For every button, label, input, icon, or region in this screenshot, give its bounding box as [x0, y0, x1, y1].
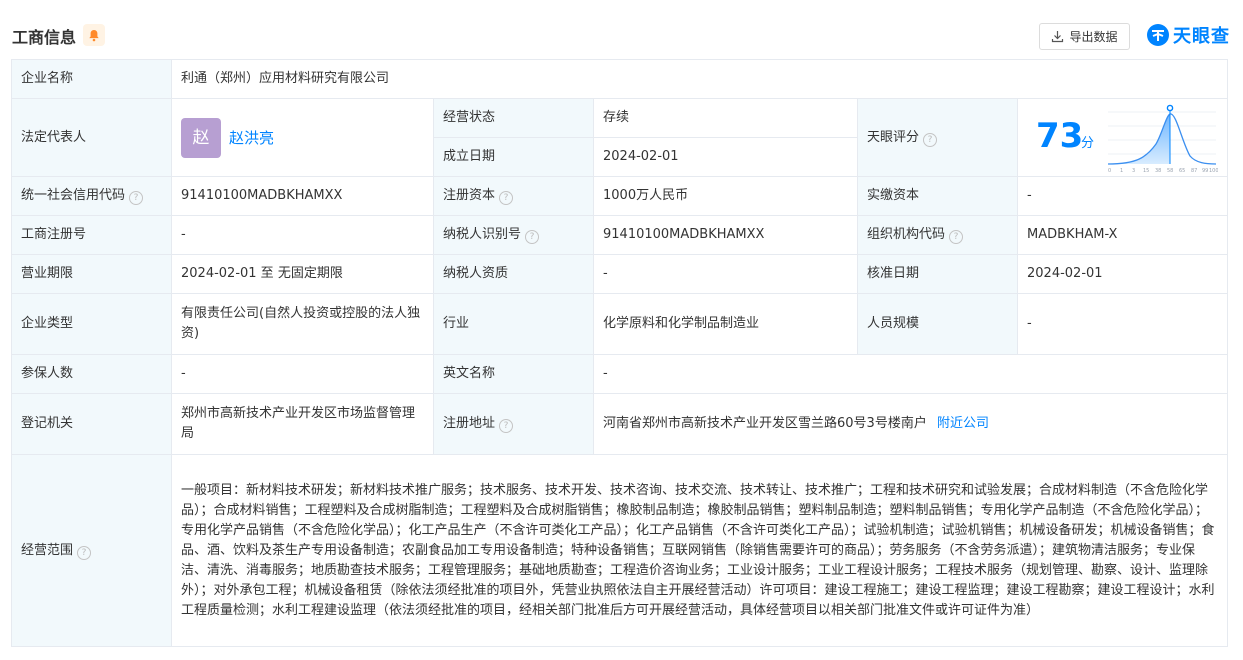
taxpayer-qual-label: 纳税人资质	[433, 254, 594, 294]
address-cell: 河南省郑州市高新技术产业开发区雪兰路60号3号楼南户 附近公司	[592, 393, 1229, 455]
row-legal-rep-status: 法定代表人 赵 赵洪亮 经营状态 存续 天眼评分? 73 分 0 1 3 15 …	[11, 98, 1229, 177]
type-value: 有限责任公司(自然人投资或控股的法人独资)	[171, 293, 434, 355]
row-reg-authority: 登记机关 郑州市高新技术产业开发区市场监督管理局 注册地址? 河南省郑州市高新技…	[11, 393, 1229, 455]
help-icon[interactable]: ?	[525, 230, 540, 244]
taxpayer-id-label-cell: 纳税人识别号?	[433, 215, 594, 255]
help-icon[interactable]: ?	[129, 191, 144, 205]
help-icon[interactable]: ?	[499, 191, 514, 205]
address-value: 河南省郑州市高新技术产业开发区雪兰路60号3号楼南户	[603, 416, 927, 431]
reg-capital-label-cell: 注册资本?	[433, 176, 594, 216]
download-icon	[1052, 31, 1064, 43]
address-label: 注册地址	[443, 416, 496, 431]
company-name-value: 利通（郑州）应用材料研究有限公司	[170, 59, 1229, 99]
help-icon[interactable]: ?	[499, 419, 514, 433]
status-value: 存续	[593, 98, 858, 138]
score-widget[interactable]: 73 分 0 1 3 15 38 58 65 87 99 100	[1018, 100, 1227, 176]
scope-value: 一般项目：新材料技术研发；新材料技术推广服务；技术服务、技术开发、技术咨询、技术…	[170, 454, 1229, 647]
reg-capital-value: 1000万人民币	[593, 176, 858, 216]
term-label: 营业期限	[11, 254, 172, 294]
address-label-cell: 注册地址?	[433, 393, 594, 455]
founded-value: 2024-02-01	[593, 137, 858, 177]
org-code-label-cell: 组织机构代码?	[857, 215, 1018, 255]
row-insured: 参保人数 - 英文名称 -	[11, 354, 1229, 394]
reg-no-value: -	[171, 215, 434, 255]
score-tick-label: 38	[1155, 168, 1161, 174]
score-tick-label: 1	[1120, 168, 1123, 174]
score-tick-label: 65	[1179, 168, 1185, 174]
help-icon[interactable]: ?	[77, 545, 92, 560]
score-tick-label: 99	[1202, 168, 1208, 174]
taxpayer-id-label: 纳税人识别号	[443, 227, 522, 242]
score-label-cell: 天眼评分?	[857, 98, 1018, 177]
logo-text: 天眼查	[1173, 26, 1230, 47]
paid-capital-label: 实缴资本	[857, 176, 1018, 216]
credit-code-label: 统一社会信用代码	[21, 188, 126, 203]
score-tick-label: 58	[1167, 168, 1173, 174]
reg-authority-value: 郑州市高新技术产业开发区市场监督管理局	[171, 393, 434, 455]
score-cell: 73 分 0 1 3 15 38 58 65 87 99 100	[1016, 98, 1229, 177]
row-company-name: 企业名称 利通（郑州）应用材料研究有限公司	[11, 59, 1229, 99]
org-code-value: MADBKHAM-X	[1016, 215, 1229, 255]
taxpayer-id-value: 91410100MADBKHAMXX	[593, 215, 858, 255]
row-term: 营业期限 2024-02-01 至 无固定期限 纳税人资质 - 核准日期 202…	[11, 254, 1229, 294]
approval-date-label: 核准日期	[857, 254, 1018, 294]
term-value: 2024-02-01 至 无固定期限	[171, 254, 434, 294]
bell-icon[interactable]	[83, 24, 105, 46]
reg-no-label: 工商注册号	[11, 215, 172, 255]
row-scope: 经营范围? 一般项目：新材料技术研发；新材料技术推广服务；技术服务、技术开发、技…	[11, 454, 1229, 647]
taxpayer-qual-value: -	[593, 254, 858, 294]
section-header: 工商信息 导出数据 天眼查	[0, 0, 1243, 60]
staff-size-label: 人员规模	[857, 293, 1018, 355]
score-tick-label: 87	[1191, 168, 1197, 174]
score-label: 天眼评分	[867, 129, 920, 145]
english-name-label: 英文名称	[433, 354, 594, 394]
legal-rep-label: 法定代表人	[11, 98, 172, 177]
company-name-label: 企业名称	[11, 59, 172, 99]
org-code-label: 组织机构代码	[867, 227, 946, 242]
nearby-companies-link[interactable]: 附近公司	[937, 416, 989, 431]
help-icon[interactable]: ?	[923, 132, 938, 147]
type-label: 企业类型	[11, 293, 172, 355]
section-title: 工商信息	[12, 28, 77, 47]
avatar[interactable]: 赵	[181, 117, 221, 158]
export-data-button[interactable]: 导出数据	[1039, 23, 1130, 50]
legal-rep-name-link[interactable]: 赵洪亮	[229, 128, 274, 148]
row-reg-no: 工商注册号 - 纳税人识别号? 91410100MADBKHAMXX 组织机构代…	[11, 215, 1229, 255]
score-tick-label: 100	[1209, 168, 1218, 174]
score-distribution-chart: 0 1 3 15 38 58 65 87 99 100	[1107, 104, 1218, 174]
tianyancha-logo[interactable]: 天眼查	[1146, 22, 1230, 48]
credit-code-value: 91410100MADBKHAMXX	[171, 176, 434, 216]
business-info-table: 企业名称 利通（郑州）应用材料研究有限公司 法定代表人 赵 赵洪亮 经营状态 存…	[11, 59, 1229, 647]
scope-label: 经营范围	[21, 542, 74, 558]
score-unit: 分	[1081, 135, 1095, 151]
score-tick-label: 15	[1143, 168, 1149, 174]
paid-capital-value: -	[1016, 176, 1229, 216]
legal-rep-cell: 赵 赵洪亮	[171, 98, 434, 177]
scope-label-cell: 经营范围?	[11, 454, 172, 647]
founded-label: 成立日期	[433, 137, 594, 177]
score-value: 73	[1036, 115, 1084, 156]
row-credit-code: 统一社会信用代码? 91410100MADBKHAMXX 注册资本? 1000万…	[11, 176, 1229, 216]
industry-label: 行业	[433, 293, 594, 355]
insured-value: -	[171, 354, 434, 394]
status-label: 经营状态	[433, 98, 594, 138]
insured-label: 参保人数	[11, 354, 172, 394]
score-tick-label: 3	[1132, 168, 1135, 174]
english-name-value: -	[592, 354, 1229, 394]
approval-date-value: 2024-02-01	[1016, 254, 1229, 294]
reg-capital-label: 注册资本	[443, 188, 496, 203]
reg-authority-label: 登记机关	[11, 393, 172, 455]
score-tick-label: 0	[1108, 168, 1111, 174]
row-type: 企业类型 有限责任公司(自然人投资或控股的法人独资) 行业 化学原料和化学制品制…	[11, 293, 1229, 355]
tianyancha-logo-icon	[1147, 24, 1169, 46]
industry-value: 化学原料和化学制品制造业	[593, 293, 858, 355]
credit-code-label-cell: 统一社会信用代码?	[11, 176, 172, 216]
help-icon[interactable]: ?	[949, 230, 964, 244]
staff-size-value: -	[1016, 293, 1229, 355]
export-data-label: 导出数据	[1069, 30, 1118, 44]
